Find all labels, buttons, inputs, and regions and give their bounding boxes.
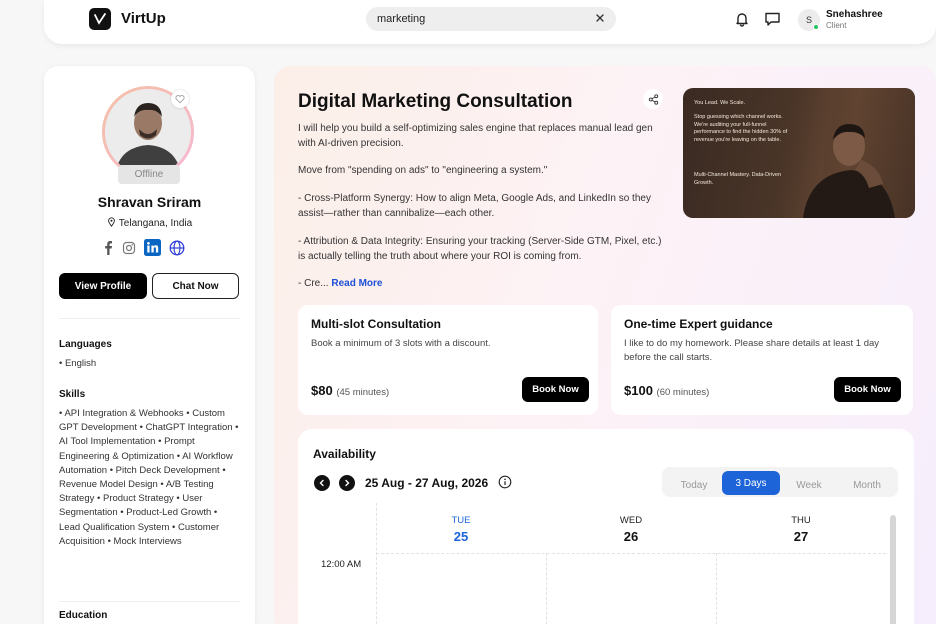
day-number: 26 [623, 529, 639, 544]
website-globe-icon[interactable] [169, 240, 185, 256]
user-role: Client [826, 21, 847, 30]
service-title: Digital Marketing Consultation [298, 91, 573, 112]
day-column-header: THU 27 [716, 515, 886, 544]
grid-line [546, 553, 547, 624]
next-range-button[interactable] [339, 475, 355, 491]
time-slot-label: 12:00 AM [321, 559, 362, 570]
clear-search-icon[interactable] [593, 11, 607, 25]
logo-icon[interactable] [89, 8, 111, 30]
service-description-point-1: - Cross-Platform Synergy: How to align M… [298, 193, 651, 219]
slot-card-multi: Multi-slot Consultation Book a minimum o… [298, 305, 598, 415]
service-description-point-2: - Attribution & Data Integrity: Ensuring… [298, 236, 662, 262]
video-body: Stop guessing which channel works. We're… [694, 114, 788, 143]
user-name[interactable]: Snehashree [826, 9, 883, 20]
truncated-text: - Cre... [298, 278, 329, 289]
book-now-button[interactable]: Book Now [522, 377, 589, 402]
slot-price: $80 (45 minutes) [311, 383, 389, 398]
view-profile-button[interactable]: View Profile [59, 273, 147, 299]
notification-bell-icon[interactable] [734, 11, 750, 32]
day-number: 25 [453, 529, 469, 544]
view-3-days[interactable]: 3 Days [722, 471, 780, 495]
chat-now-button[interactable]: Chat Now [152, 273, 239, 299]
skills-title: Skills [59, 389, 86, 400]
service-panel: Digital Marketing Consultation I will he… [274, 66, 936, 624]
slot-description: Book a minimum of 3 slots with a discoun… [311, 338, 491, 349]
view-month[interactable]: Month [840, 473, 894, 497]
prev-range-button[interactable] [314, 475, 330, 491]
location-text: Telangana, India [118, 218, 193, 229]
view-today[interactable]: Today [670, 473, 718, 497]
chevron-right-icon [345, 479, 350, 487]
view-week[interactable]: Week [784, 473, 834, 497]
status-badge: Offline [118, 165, 180, 184]
languages-title: Languages [59, 339, 112, 350]
profile-name: Shravan Sriram [97, 194, 202, 210]
slot-title: Multi-slot Consultation [311, 317, 441, 331]
languages-list: • English [59, 358, 97, 369]
day-name: WED [619, 515, 643, 526]
video-headline: You Lead. We Scale. [694, 100, 746, 106]
day-number: 27 [793, 529, 809, 544]
availability-title: Availability [313, 447, 376, 461]
share-icon[interactable] [643, 89, 663, 109]
search-input[interactable] [366, 7, 616, 31]
favorite-heart-icon[interactable] [171, 90, 189, 108]
calendar-scrollbar[interactable] [890, 515, 896, 624]
service-description-tagline: Move from "spending on ads" to "engineer… [298, 165, 548, 176]
price-duration: (60 minutes) [656, 387, 710, 398]
chevron-left-icon [319, 479, 324, 487]
profile-card: Offline Shravan Sriram Telangana, India … [44, 66, 255, 624]
price-value: $100 [624, 383, 653, 398]
day-column-header: WED 26 [546, 515, 716, 544]
messages-icon[interactable] [764, 11, 781, 32]
service-description-truncated: - Cre... Read More [298, 277, 668, 292]
location-pin-icon [107, 217, 115, 227]
slot-description: I like to do my homework. Please share d… [624, 338, 880, 363]
facebook-icon[interactable] [102, 240, 114, 255]
divider [59, 601, 240, 602]
grid-line [376, 553, 886, 554]
info-icon[interactable] [498, 475, 512, 494]
slot-title: One-time Expert guidance [624, 317, 773, 331]
date-range: 25 Aug - 27 Aug, 2026 [365, 476, 489, 490]
slot-card-one-time: One-time Expert guidance I like to do my… [611, 305, 913, 415]
app-name[interactable]: VirtUp [121, 10, 166, 27]
day-column-header: TUE 25 [376, 515, 546, 544]
linkedin-icon[interactable] [144, 239, 161, 256]
online-status-dot [813, 24, 819, 30]
day-name: THU [791, 515, 811, 526]
service-description-intro: I will help you build a self-optimizing … [298, 123, 653, 149]
price-duration: (45 minutes) [336, 387, 390, 398]
grid-line [716, 553, 717, 624]
book-now-button[interactable]: Book Now [834, 377, 901, 402]
profile-location: Telangana, India [44, 217, 255, 229]
slot-price: $100 (60 minutes) [624, 383, 709, 398]
price-value: $80 [311, 383, 333, 398]
education-title: Education [59, 610, 108, 621]
intro-video[interactable]: You Lead. We Scale. Stop guessing which … [683, 88, 915, 218]
social-links [102, 239, 185, 256]
instagram-icon[interactable] [122, 241, 136, 255]
skills-list: • API Integration & Webhooks • Custom GP… [59, 408, 239, 547]
divider [59, 318, 240, 319]
day-name: TUE [451, 515, 471, 526]
availability-calendar: Availability 25 Aug - 27 Aug, 2026 Today… [298, 429, 914, 624]
video-footer: Multi-Channel Mastery. Data-Driven Growt… [694, 172, 782, 186]
top-nav: VirtUp S Snehashree Client [44, 0, 936, 44]
read-more-link[interactable]: Read More [331, 278, 382, 289]
view-toggle: Today 3 Days Week Month [662, 467, 898, 497]
